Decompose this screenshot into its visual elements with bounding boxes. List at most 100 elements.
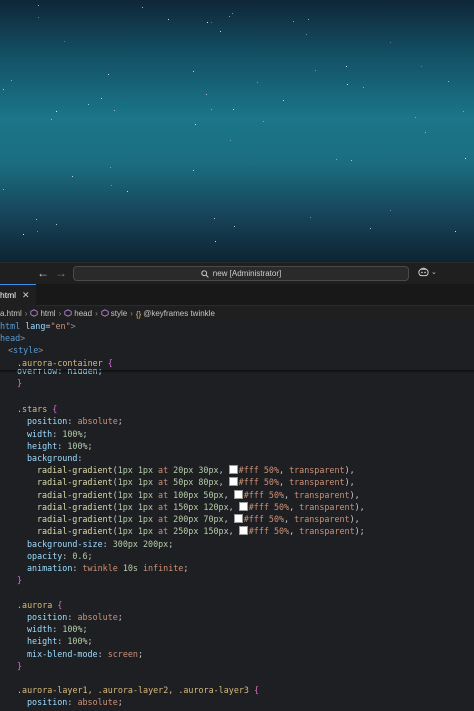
star xyxy=(36,219,37,220)
star xyxy=(64,41,65,42)
breadcrumb-label: @keyframes twinkle xyxy=(143,309,215,318)
color-swatch-icon[interactable] xyxy=(233,490,243,499)
breadcrumb-label: a.html xyxy=(0,309,22,318)
code-line: html lang="en"> xyxy=(0,320,76,332)
code-token: , xyxy=(279,477,290,487)
star xyxy=(315,70,316,71)
star xyxy=(465,158,466,159)
code-token: { xyxy=(57,600,63,610)
code-token: ), xyxy=(344,477,355,487)
code-token: radial-gradient xyxy=(37,514,113,524)
code-token: radial-gradient xyxy=(37,465,113,475)
code-token: transparent xyxy=(294,514,350,524)
close-icon[interactable]: ✕ xyxy=(22,285,30,305)
star xyxy=(101,98,102,99)
star xyxy=(306,34,307,35)
color-swatch-icon[interactable] xyxy=(228,465,238,474)
code-token: style xyxy=(13,345,39,355)
tab-active[interactable]: html ✕ xyxy=(0,284,36,306)
chevron-right-icon: › xyxy=(58,309,62,318)
code-line: head> xyxy=(0,332,25,344)
code-token: radial-gradient xyxy=(37,526,113,536)
star xyxy=(195,124,196,125)
code-token: transparent xyxy=(299,502,355,512)
star xyxy=(370,228,371,229)
star xyxy=(293,21,294,22)
code-token: #fff 50% xyxy=(238,477,279,487)
command-center-search[interactable]: new [Administrator] xyxy=(73,266,409,281)
star xyxy=(23,234,24,235)
code-line: radial-gradient(1px 1px at 250px 150px, … xyxy=(37,525,365,537)
code-token: ; xyxy=(137,649,143,659)
star xyxy=(214,218,215,219)
code-token: : xyxy=(67,416,78,426)
star xyxy=(257,82,258,83)
code-editor[interactable]: html lang="en"> head> <style> .aurora-conta… xyxy=(0,320,474,711)
code-token: ; xyxy=(117,612,123,622)
code-token: at xyxy=(158,490,174,500)
forward-arrow-icon[interactable]: → xyxy=(55,266,67,280)
star xyxy=(11,80,12,81)
code-token: 150px 120px xyxy=(173,502,229,512)
code-token: width xyxy=(27,429,53,439)
star xyxy=(421,66,422,67)
star xyxy=(230,140,231,141)
breadcrumb-item[interactable]: style xyxy=(101,309,127,318)
star xyxy=(448,81,449,82)
code-token: { xyxy=(107,358,113,368)
star xyxy=(234,226,235,227)
star xyxy=(114,110,115,111)
color-swatch-icon[interactable] xyxy=(238,502,248,511)
breadcrumb-label: html xyxy=(40,309,56,318)
color-swatch-icon[interactable] xyxy=(238,526,248,535)
star xyxy=(56,224,57,225)
code-line: radial-gradient(1px 1px at 150px 120px, … xyxy=(37,501,365,513)
star xyxy=(263,121,264,122)
star xyxy=(193,170,194,171)
element-icon xyxy=(30,309,40,318)
code-line: } xyxy=(17,574,22,586)
code-token: twinkle xyxy=(82,563,123,573)
element-icon xyxy=(64,309,74,318)
code-token: , xyxy=(228,526,239,536)
code-token: transparent xyxy=(294,490,350,500)
code-token: , xyxy=(284,514,295,524)
code-token: 100% xyxy=(62,429,83,439)
code-token: ); xyxy=(354,526,365,536)
code-token: mix-blend-mode xyxy=(27,649,98,659)
color-swatch-icon[interactable] xyxy=(228,477,238,486)
code-token: } xyxy=(17,575,23,585)
copilot-button[interactable]: ⌄ xyxy=(418,267,437,277)
code-line: background: xyxy=(27,452,82,464)
code-token: html xyxy=(0,321,26,331)
star xyxy=(346,66,347,67)
code-token: "en" xyxy=(50,321,71,331)
code-token: lang xyxy=(25,321,46,331)
code-token: ; xyxy=(82,429,88,439)
code-token: ; xyxy=(82,624,88,634)
code-line: position: absolute; xyxy=(27,415,123,427)
code-token: , xyxy=(284,490,295,500)
search-icon xyxy=(201,269,209,278)
code-token: : xyxy=(62,551,73,561)
star xyxy=(110,167,111,168)
breadcrumb-item[interactable]: {} @keyframes twinkle xyxy=(136,309,215,319)
star xyxy=(211,109,212,110)
code-token: { xyxy=(253,685,260,695)
code-token: transparent xyxy=(289,477,345,487)
breadcrumb-item[interactable]: a.html xyxy=(0,309,22,318)
breadcrumb-label: head xyxy=(74,309,93,318)
star xyxy=(72,176,73,177)
breadcrumb-item[interactable]: head xyxy=(64,309,92,318)
code-line: background-size: 300px 200px; xyxy=(27,538,173,550)
color-swatch-icon[interactable] xyxy=(233,514,243,523)
code-token: 100% xyxy=(67,636,88,646)
breadcrumb-item[interactable]: html xyxy=(30,309,56,318)
star xyxy=(390,42,391,43)
code-token: 200px 70px xyxy=(173,514,224,524)
back-arrow-icon[interactable]: ← xyxy=(37,266,49,280)
code-line: opacity: 0.6; xyxy=(27,550,93,562)
code-line: radial-gradient(1px 1px at 200px 70px, #… xyxy=(37,513,360,525)
star xyxy=(336,159,337,160)
code-token: 1px 1px xyxy=(117,502,159,512)
